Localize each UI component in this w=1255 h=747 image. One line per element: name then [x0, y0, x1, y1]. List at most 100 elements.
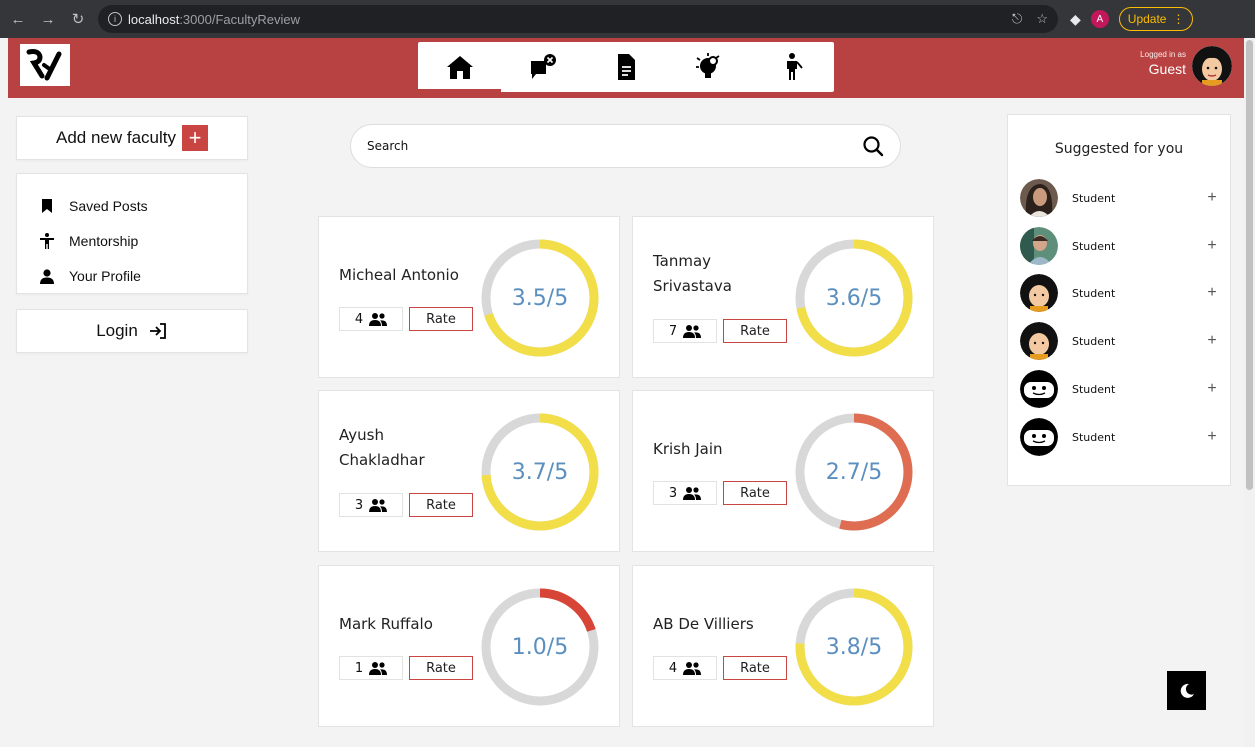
- rate-button[interactable]: Rate: [723, 656, 787, 680]
- moon-icon: [1180, 683, 1194, 698]
- star-icon[interactable]: ☆: [1036, 11, 1048, 27]
- bookmark-icon: [42, 198, 52, 213]
- suggested-panel: Suggested for you Student + Student + St…: [1007, 114, 1231, 486]
- rating-count: 3: [653, 481, 717, 505]
- sidebar-item-saved-posts[interactable]: Saved Posts: [17, 188, 247, 223]
- nav-mentorship[interactable]: [751, 42, 834, 92]
- group-icon: [369, 662, 388, 675]
- suggested-item[interactable]: Student +: [1020, 178, 1220, 218]
- sidebar-item-label: Mentorship: [69, 232, 139, 249]
- score-label: 2.7/5: [825, 459, 883, 485]
- group-icon: [683, 487, 702, 500]
- group-icon: [683, 662, 702, 675]
- avatar[interactable]: [1020, 418, 1058, 456]
- login-button[interactable]: Login: [16, 309, 248, 353]
- faculty-name: Tanmay Srivastava: [653, 252, 732, 295]
- mentor-icon: [787, 53, 804, 80]
- faculty-name: Krish Jain: [653, 440, 723, 458]
- side-menu: Saved Posts Mentorship Your Profile: [16, 173, 248, 294]
- sidebar-item-profile[interactable]: Your Profile: [17, 258, 247, 293]
- update-button[interactable]: Update ⋮: [1118, 7, 1194, 31]
- rate-button[interactable]: Rate: [409, 493, 473, 517]
- rating-count-value: 3: [354, 497, 364, 513]
- faculty-card[interactable]: Ayush Chakladhar 3 Rate 3.7/5: [318, 390, 620, 552]
- share-icon[interactable]: ⎋: [1012, 11, 1022, 27]
- search-icon[interactable]: [862, 135, 884, 157]
- login-info: Logged in as Guest: [1140, 50, 1186, 77]
- update-label: Update: [1127, 12, 1167, 26]
- suggested-item[interactable]: Student +: [1020, 226, 1220, 266]
- suggested-name: Student: [1072, 239, 1116, 253]
- main-nav: [418, 42, 834, 92]
- suggested-item[interactable]: Student +: [1020, 369, 1220, 409]
- search-input[interactable]: [367, 139, 862, 153]
- add-icon[interactable]: +: [1204, 237, 1220, 255]
- browser-chrome: ← → ↻ i localhost:3000/FacultyReview ⎋ ☆…: [0, 0, 1255, 38]
- score-label: 3.8/5: [825, 634, 883, 660]
- menu-icon: ⋮: [1172, 12, 1185, 26]
- faculty-card[interactable]: AB De Villiers 4 Rate 3.8/5: [632, 565, 934, 727]
- nav-documents[interactable]: [584, 42, 667, 92]
- sidebar-item-label: Saved Posts: [69, 197, 148, 214]
- nav-feedback[interactable]: [501, 42, 584, 92]
- avatar-icon: [1192, 46, 1232, 86]
- logo[interactable]: [20, 44, 70, 86]
- rate-button[interactable]: Rate: [409, 656, 473, 680]
- forward-icon[interactable]: →: [36, 7, 60, 31]
- avatar[interactable]: [1020, 370, 1058, 408]
- scrollbar[interactable]: [1244, 38, 1255, 747]
- nav-home[interactable]: [418, 42, 502, 92]
- faculty-card[interactable]: Micheal Antonio 4 Rate 3.5/5: [318, 216, 620, 378]
- avatar[interactable]: [1020, 179, 1058, 217]
- add-icon[interactable]: +: [1204, 428, 1220, 446]
- user-avatar[interactable]: [1192, 46, 1232, 86]
- address-bar[interactable]: i localhost:3000/FacultyReview ⎋ ☆: [98, 5, 1058, 33]
- add-icon[interactable]: +: [1204, 332, 1220, 350]
- nav-ideas[interactable]: [668, 42, 751, 92]
- rating-count: 1: [339, 656, 403, 680]
- suggested-item[interactable]: Student +: [1020, 321, 1220, 361]
- avatar[interactable]: [1020, 274, 1058, 312]
- rating-count-value: 4: [668, 660, 678, 676]
- score-label: 3.5/5: [511, 285, 569, 311]
- avatar[interactable]: [1020, 227, 1058, 265]
- faculty-name: AB De Villiers: [653, 615, 754, 633]
- rating-count: 7: [653, 319, 717, 343]
- add-icon[interactable]: +: [1204, 189, 1220, 207]
- score-label: 3.6/5: [825, 285, 883, 311]
- add-icon[interactable]: +: [1204, 380, 1220, 398]
- rate-button[interactable]: Rate: [723, 481, 787, 505]
- sidebar-item-mentorship[interactable]: Mentorship: [17, 223, 247, 258]
- rate-button[interactable]: Rate: [409, 307, 473, 331]
- extensions-icon[interactable]: ◆: [1070, 11, 1081, 28]
- suggested-item[interactable]: Student +: [1020, 273, 1220, 313]
- person-icon: [40, 232, 54, 249]
- rate-button[interactable]: Rate: [723, 319, 787, 343]
- group-icon: [369, 313, 388, 326]
- avatar[interactable]: [1020, 322, 1058, 360]
- faculty-card[interactable]: Krish Jain 3 Rate 2.7/5: [632, 390, 934, 552]
- dark-mode-toggle[interactable]: [1167, 671, 1206, 710]
- rating-count: 4: [339, 307, 403, 331]
- profile-avatar[interactable]: A: [1090, 10, 1109, 28]
- faculty-name: Micheal Antonio: [339, 266, 459, 284]
- suggested-item[interactable]: Student +: [1020, 417, 1220, 457]
- info-icon[interactable]: i: [108, 12, 122, 26]
- back-icon[interactable]: ←: [6, 7, 30, 31]
- suggested-name: Student: [1072, 191, 1116, 205]
- suggested-name: Student: [1072, 430, 1116, 444]
- rating-count: 4: [653, 656, 717, 680]
- logo-icon: [26, 49, 62, 81]
- login-icon: [149, 323, 166, 339]
- rating-count-value: 3: [668, 485, 678, 501]
- add-faculty-button[interactable]: Add new faculty +: [16, 116, 248, 160]
- add-icon[interactable]: +: [1204, 284, 1220, 302]
- score-label: 1.0/5: [511, 634, 569, 660]
- faculty-card[interactable]: Mark Ruffalo 1 Rate 1.0/5: [318, 565, 620, 727]
- idea-icon: [696, 53, 720, 78]
- faculty-card[interactable]: Tanmay Srivastava 7 Rate 3.6/5: [632, 216, 934, 378]
- score-label: 3.7/5: [511, 459, 569, 485]
- scroll-thumb[interactable]: [1246, 40, 1253, 490]
- reload-icon[interactable]: ↻: [66, 7, 90, 31]
- feedback-icon: [530, 54, 556, 79]
